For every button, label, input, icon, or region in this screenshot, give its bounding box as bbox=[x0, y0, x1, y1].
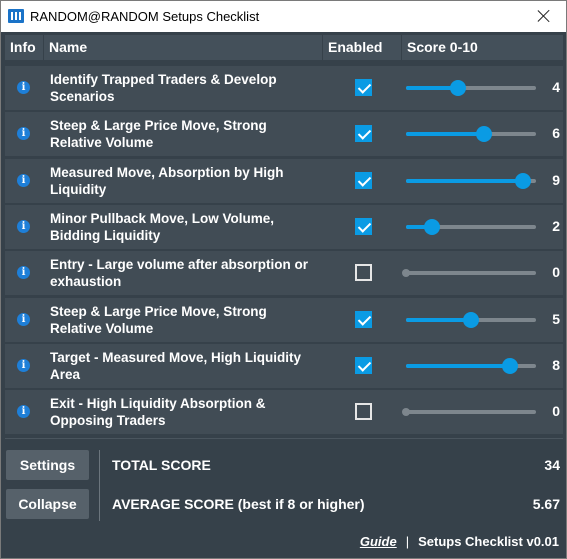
average-score-value: 5.67 bbox=[532, 496, 560, 512]
collapse-button[interactable]: Collapse bbox=[6, 489, 89, 519]
enabled-checkbox[interactable] bbox=[355, 264, 372, 282]
score-value: 0 bbox=[552, 264, 560, 281]
score-value: 6 bbox=[552, 125, 560, 142]
score-slider-thumb[interactable] bbox=[402, 269, 410, 278]
setup-name: Minor Pullback Move, Low Volume, Bidding… bbox=[50, 210, 275, 243]
version-label: Setups Checklist v0.01 bbox=[418, 534, 559, 549]
info-icon[interactable]: i bbox=[17, 266, 30, 280]
divider bbox=[5, 438, 563, 439]
enabled-checkbox[interactable] bbox=[355, 356, 372, 374]
setup-row: i Measured Move, Absorption by High Liqui… bbox=[5, 158, 563, 203]
setup-row: i Exit - High Liquidity Absorption & Oppo… bbox=[5, 390, 563, 435]
score-value: 4 bbox=[552, 79, 560, 95]
title-bar: RANDOM@RANDOM Setups Checklist bbox=[1, 1, 566, 32]
score-slider[interactable] bbox=[406, 218, 536, 235]
info-icon[interactable]: i bbox=[17, 127, 30, 141]
average-score-label: AVERAGE SCORE (best if 8 or higher) bbox=[112, 496, 365, 512]
score-slider[interactable] bbox=[406, 172, 536, 189]
info-icon[interactable]: i bbox=[17, 219, 30, 233]
setup-name: Steep & Large Price Move, Strong Relativ… bbox=[50, 303, 267, 336]
setup-row: i Steep & Large Price Move, Strong Relati… bbox=[5, 112, 563, 157]
setup-name: Target - Measured Move, High Liquidity A… bbox=[50, 349, 302, 382]
enabled-checkbox[interactable] bbox=[355, 79, 372, 96]
setup-name: Steep & Large Price Move, Strong Relativ… bbox=[50, 118, 267, 151]
score-slider-thumb[interactable] bbox=[450, 80, 466, 96]
score-slider-thumb[interactable] bbox=[515, 172, 531, 189]
score-value: 8 bbox=[552, 356, 560, 373]
window-title: RANDOM@RANDOM Setups Checklist bbox=[30, 9, 260, 24]
setup-row: i Target - Measured Move, High Liquidity … bbox=[5, 343, 563, 388]
score-slider-thumb[interactable] bbox=[476, 126, 492, 143]
score-value: 0 bbox=[552, 403, 560, 420]
enabled-checkbox[interactable] bbox=[355, 171, 372, 189]
score-slider[interactable] bbox=[406, 80, 536, 96]
enabled-checkbox[interactable] bbox=[355, 310, 372, 328]
setup-name: Identify Trapped Traders & Develop Scena… bbox=[50, 72, 277, 104]
score-slider-thumb[interactable] bbox=[424, 218, 440, 235]
score-slider[interactable] bbox=[402, 408, 536, 417]
enabled-checkbox[interactable] bbox=[355, 403, 372, 421]
setup-name: Exit - High Liquidity Absorption & Oppos… bbox=[50, 396, 266, 429]
score-value: 5 bbox=[552, 310, 560, 327]
setup-row: i Minor Pullback Move, Low Volume, Biddin… bbox=[5, 204, 563, 249]
footer: Guide | Setups Checklist v0.01 bbox=[360, 534, 559, 549]
total-score-value: 34 bbox=[544, 457, 560, 473]
footer-separator: | bbox=[405, 534, 410, 549]
score-slider-fill bbox=[406, 178, 523, 183]
setup-name: Entry - Large volume after absorption or… bbox=[50, 257, 309, 290]
header-info: Info bbox=[5, 35, 43, 60]
info-icon[interactable]: i bbox=[17, 173, 30, 187]
score-slider-fill bbox=[406, 363, 510, 368]
score-slider-fill bbox=[406, 317, 471, 322]
score-slider[interactable] bbox=[406, 357, 536, 374]
info-icon[interactable]: i bbox=[17, 312, 30, 326]
total-score-label: TOTAL SCORE bbox=[112, 457, 211, 473]
score-slider-fill bbox=[406, 132, 484, 137]
info-icon[interactable]: i bbox=[17, 405, 30, 419]
score-slider-thumb[interactable] bbox=[463, 311, 479, 328]
score-slider-thumb[interactable] bbox=[502, 357, 518, 374]
score-value: 2 bbox=[552, 217, 560, 234]
close-icon[interactable] bbox=[522, 1, 566, 32]
info-icon[interactable]: i bbox=[17, 81, 30, 94]
setup-row: i Identify Trapped Traders & Develop Scen… bbox=[5, 66, 563, 110]
score-slider[interactable] bbox=[402, 269, 536, 278]
score-slider[interactable] bbox=[406, 126, 536, 143]
enabled-checkbox[interactable] bbox=[355, 125, 372, 143]
setup-row: i Entry - Large volume after absorption o… bbox=[5, 251, 563, 296]
header-enabled: Enabled bbox=[323, 35, 401, 60]
header-name: Name bbox=[44, 35, 322, 60]
score-value: 9 bbox=[552, 171, 560, 188]
score-slider-thumb[interactable] bbox=[402, 408, 410, 417]
info-icon[interactable]: i bbox=[17, 358, 30, 372]
summary-separator bbox=[99, 450, 100, 521]
settings-button[interactable]: Settings bbox=[6, 450, 89, 480]
header-score: Score 0-10 bbox=[402, 35, 563, 60]
enabled-checkbox[interactable] bbox=[355, 217, 372, 235]
checklist-content: Info Name Enabled Score 0-10 i Identify T… bbox=[1, 32, 566, 558]
guide-link[interactable]: Guide bbox=[360, 534, 397, 549]
app-icon bbox=[8, 9, 24, 23]
checklist-window: RANDOM@RANDOM Setups Checklist Info Name… bbox=[0, 0, 567, 559]
score-slider[interactable] bbox=[406, 311, 536, 328]
setup-row: i Steep & Large Price Move, Strong Relati… bbox=[5, 297, 563, 342]
setup-name: Measured Move, Absorption by High Liquid… bbox=[50, 164, 284, 197]
